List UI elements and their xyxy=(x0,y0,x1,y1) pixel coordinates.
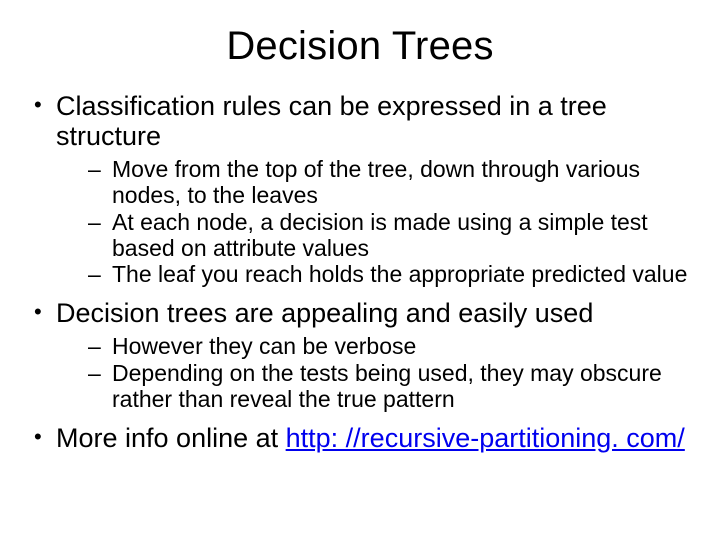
sub-item: Move from the top of the tree, down thro… xyxy=(56,157,690,209)
bullet-text: Classification rules can be expressed in… xyxy=(56,91,607,151)
bullet-item: Decision trees are appealing and easily … xyxy=(30,298,690,412)
sub-list: Move from the top of the tree, down thro… xyxy=(56,157,690,288)
sub-item: At each node, a decision is made using a… xyxy=(56,210,690,262)
bullet-item: More info online at http: //recursive-pa… xyxy=(30,423,690,453)
sub-item: Depending on the tests being used, they … xyxy=(56,361,690,413)
bullet-item: Classification rules can be expressed in… xyxy=(30,91,690,288)
sub-item: The leaf you reach holds the appropriate… xyxy=(56,262,690,288)
slide-title: Decision Trees xyxy=(30,24,690,69)
bullet-text: Decision trees are appealing and easily … xyxy=(56,298,593,328)
bullet-list: Classification rules can be expressed in… xyxy=(30,91,690,453)
more-info-link[interactable]: http: //recursive-partitioning. com/ xyxy=(286,423,685,453)
sub-item: However they can be verbose xyxy=(56,334,690,360)
bullet-text-prefix: More info online at xyxy=(56,423,286,453)
slide: Decision Trees Classification rules can … xyxy=(0,0,720,540)
sub-list: However they can be verbose Depending on… xyxy=(56,334,690,412)
